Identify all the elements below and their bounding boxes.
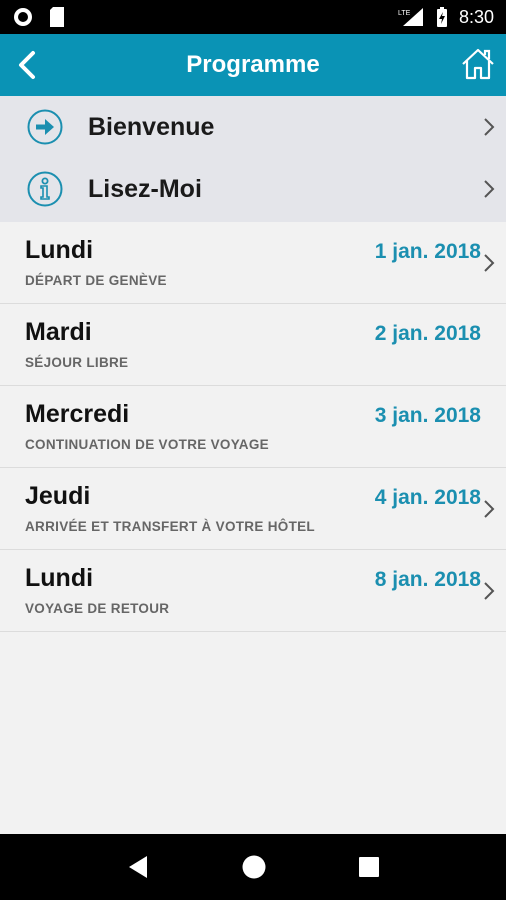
system-nav-bar <box>0 834 506 900</box>
day-subtitle: VOYAGE DE RETOUR <box>25 601 170 616</box>
menu-item-label: Bienvenue <box>88 112 215 141</box>
chevron-left-icon <box>19 51 35 79</box>
day-name: Lundi <box>25 236 94 264</box>
app-bar: Programme <box>0 34 506 96</box>
day-row[interactable]: Mardi SÉJOUR LIBRE 2 jan. 2018 <box>0 304 506 386</box>
chevron-right-icon <box>484 180 495 198</box>
day-name: Mercredi <box>25 400 130 428</box>
day-row[interactable]: Lundi DÉPART DE GENÈVE 1 jan. 2018 <box>0 222 506 304</box>
top-menu: Bienvenue Lisez-Moi <box>0 96 506 222</box>
day-list: Lundi DÉPART DE GENÈVE 1 jan. 2018 Mardi… <box>0 222 506 632</box>
signal-lte-icon: LTE <box>398 8 423 26</box>
recents-square-icon[interactable] <box>358 856 380 878</box>
menu-item-lisez-moi[interactable]: Lisez-Moi <box>0 158 506 220</box>
day-row[interactable]: Lundi VOYAGE DE RETOUR 8 jan. 2018 <box>0 550 506 632</box>
info-circle-icon <box>27 171 63 207</box>
menu-item-label: Lisez-Moi <box>88 174 202 203</box>
day-subtitle: DÉPART DE GENÈVE <box>25 273 167 288</box>
home-button[interactable] <box>458 44 498 84</box>
day-subtitle: ARRIVÉE ET TRANSFERT À VOTRE HÔTEL <box>25 519 315 534</box>
day-date: 3 jan. 2018 <box>374 404 481 427</box>
status-bar: LTE 8:30 <box>0 0 506 34</box>
day-subtitle: CONTINUATION DE VOTRE VOYAGE <box>25 437 269 452</box>
day-name: Mardi <box>25 318 92 346</box>
day-date: 1 jan. 2018 <box>374 240 481 263</box>
day-date: 8 jan. 2018 <box>374 568 481 591</box>
home-icon <box>462 48 494 80</box>
sd-card-icon <box>50 7 64 27</box>
chevron-right-icon <box>484 118 495 136</box>
arrow-right-circle-icon <box>27 109 63 145</box>
day-row[interactable]: Jeudi ARRIVÉE ET TRANSFERT À VOTRE HÔTEL… <box>0 468 506 550</box>
battery-icon <box>436 7 447 27</box>
status-time: 8:30 <box>458 6 494 27</box>
page-title: Programme <box>186 51 320 78</box>
svg-text:LTE: LTE <box>398 10 411 17</box>
back-triangle-icon[interactable] <box>126 854 150 880</box>
day-date: 4 jan. 2018 <box>374 486 481 509</box>
day-name: Lundi <box>25 564 94 592</box>
day-name: Jeudi <box>25 482 91 510</box>
home-circle-icon[interactable] <box>241 854 267 880</box>
chevron-right-icon <box>484 500 495 518</box>
chevron-right-icon <box>484 582 495 600</box>
day-row[interactable]: Mercredi CONTINUATION DE VOTRE VOYAGE 3 … <box>0 386 506 468</box>
day-subtitle: SÉJOUR LIBRE <box>25 355 129 370</box>
notification-icon <box>14 8 32 26</box>
back-button[interactable] <box>8 46 46 84</box>
chevron-right-icon <box>484 254 495 272</box>
menu-item-bienvenue[interactable]: Bienvenue <box>0 96 506 158</box>
day-date: 2 jan. 2018 <box>374 322 481 345</box>
